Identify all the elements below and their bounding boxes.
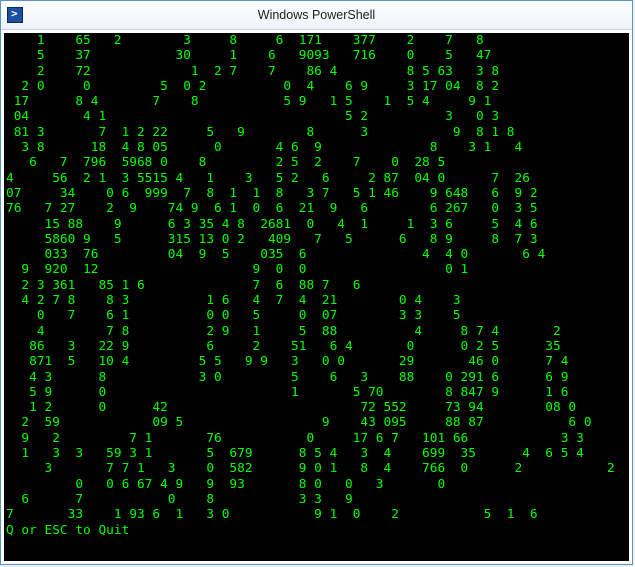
terminal-viewport[interactable]: 1 65 2 3 8 6 171 377 2 7 8 5 37 30 1 6 9… <box>4 33 629 561</box>
powershell-window: Windows PowerShell 1 65 2 3 8 6 171 377 … <box>0 0 633 565</box>
window-title: Windows PowerShell <box>1 8 632 22</box>
powershell-icon <box>7 7 23 23</box>
terminal-output: 1 65 2 3 8 6 171 377 2 7 8 5 37 30 1 6 9… <box>4 33 629 538</box>
title-bar[interactable]: Windows PowerShell <box>1 1 632 30</box>
